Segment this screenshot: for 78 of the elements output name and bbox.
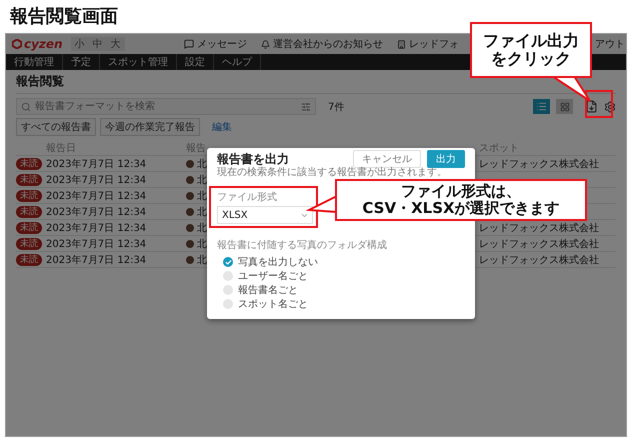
unread-badge: 未読	[16, 158, 42, 170]
grid-view-button[interactable]	[556, 99, 573, 114]
callout-text: ファイル出力	[483, 32, 579, 50]
callout-text: をクリック	[491, 50, 571, 68]
table-cell-text: 2023年7月7日 12:34	[46, 174, 146, 186]
callout-text: CSV・XLSXが選択できます	[362, 200, 560, 218]
radio-button[interactable]	[223, 299, 233, 309]
unread-badge: 未読	[16, 238, 42, 250]
logo-icon	[12, 39, 22, 49]
nav-item[interactable]: 設定	[177, 54, 214, 70]
table-cell-text: 北	[197, 158, 207, 170]
column-header: スポット	[479, 142, 519, 154]
file-export-icon[interactable]	[585, 100, 598, 113]
column-header: 報告日	[46, 142, 76, 154]
radio-label[interactable]: 報告書名ごと	[238, 283, 298, 297]
header-link[interactable]: アウト	[595, 37, 625, 51]
unread-badge: 未読	[16, 222, 42, 234]
nav-item[interactable]: 予定	[63, 54, 100, 70]
font-size-button[interactable]: 大	[106, 37, 125, 51]
header-link[interactable]: メッセージ	[184, 37, 247, 51]
list-icon	[536, 101, 547, 112]
unread-badge: 未読	[16, 206, 42, 218]
edit-link[interactable]: 編集	[212, 120, 232, 134]
table-cell-text: 北	[197, 222, 207, 234]
unread-badge: 未読	[16, 190, 42, 202]
font-size-button[interactable]: 小	[70, 37, 89, 51]
radio-label[interactable]: スポット名ごと	[238, 297, 308, 311]
radio-label[interactable]: ユーザー名ごと	[238, 269, 308, 283]
table-cell-text: 2023年7月7日 12:34	[46, 222, 146, 234]
table-cell-text: 2023年7月7日 12:34	[46, 254, 146, 266]
radio-button[interactable]	[223, 271, 233, 281]
font-size-button[interactable]: 中	[88, 37, 107, 51]
export-button[interactable]: 出力	[427, 150, 465, 168]
table-cell-text: レッドフォックス株式会社	[479, 238, 599, 250]
filter-chip[interactable]: すべての報告書	[16, 118, 96, 136]
header-link[interactable]: レッドフォ	[397, 37, 459, 51]
message-icon	[184, 39, 194, 49]
table-cell-text: 2023年7月7日 12:34	[46, 238, 146, 250]
search-input[interactable]: 報告書フォーマットを検索	[35, 101, 297, 112]
building-icon	[397, 40, 406, 48]
callout-text: ファイル形式は、	[401, 182, 521, 200]
grid-icon	[560, 102, 570, 112]
field-label: ファイル形式	[217, 192, 277, 204]
table-cell-text: 北	[197, 206, 207, 218]
logo: cyzen	[12, 37, 63, 51]
page-title: 報告閲覧画面	[9, 5, 119, 29]
filter-icon[interactable]	[301, 102, 311, 112]
nav-item[interactable]: スポット管理	[100, 54, 177, 70]
search-icon	[21, 102, 31, 112]
table-cell-text: レッドフォックス株式会社	[479, 222, 599, 234]
unread-badge: 未読	[16, 174, 42, 186]
bell-icon	[261, 40, 270, 48]
unread-badge: 未読	[16, 254, 42, 266]
table-cell-text: レッドフォックス株式会社	[479, 254, 599, 266]
nav-item[interactable]: 行動管理	[6, 54, 63, 70]
nav-item[interactable]: ヘルプ	[214, 54, 261, 70]
table-cell-text: 2023年7月7日 12:34	[46, 206, 146, 218]
radio-label[interactable]: 写真を出力しない	[238, 255, 318, 269]
table-cell-text: 2023年7月7日 12:34	[46, 190, 146, 202]
table-cell-text: 北	[197, 238, 207, 250]
search-field[interactable]: 報告書フォーマットを検索	[16, 98, 316, 115]
radio-button[interactable]	[223, 285, 233, 295]
cancel-button[interactable]: キャンセル	[353, 150, 421, 168]
field-label: 報告書に付随する写真のフォルダ構成	[217, 240, 387, 252]
table-cell-text: 北	[197, 174, 207, 186]
list-view-button[interactable]	[533, 99, 550, 114]
header-link[interactable]: 運営会社からのお知らせ	[261, 37, 383, 51]
dialog-title: 報告書を出力	[217, 150, 290, 166]
result-count: 7件	[328, 100, 344, 114]
table-cell-text: 北	[197, 190, 207, 202]
dialog-description: 現在の検索条件に該当する報告書が出力されます。	[217, 167, 448, 178]
table-cell-text: 2023年7月7日 12:34	[46, 158, 146, 170]
table-cell-text: 北	[197, 254, 207, 266]
column-header: 報告	[186, 142, 206, 154]
filter-chip[interactable]: 今週の作業完了報告	[100, 118, 200, 136]
table-cell-text: レッドフォックス株式会社	[479, 158, 599, 170]
radio-button[interactable]	[223, 257, 233, 267]
settings-icon[interactable]	[604, 100, 616, 112]
